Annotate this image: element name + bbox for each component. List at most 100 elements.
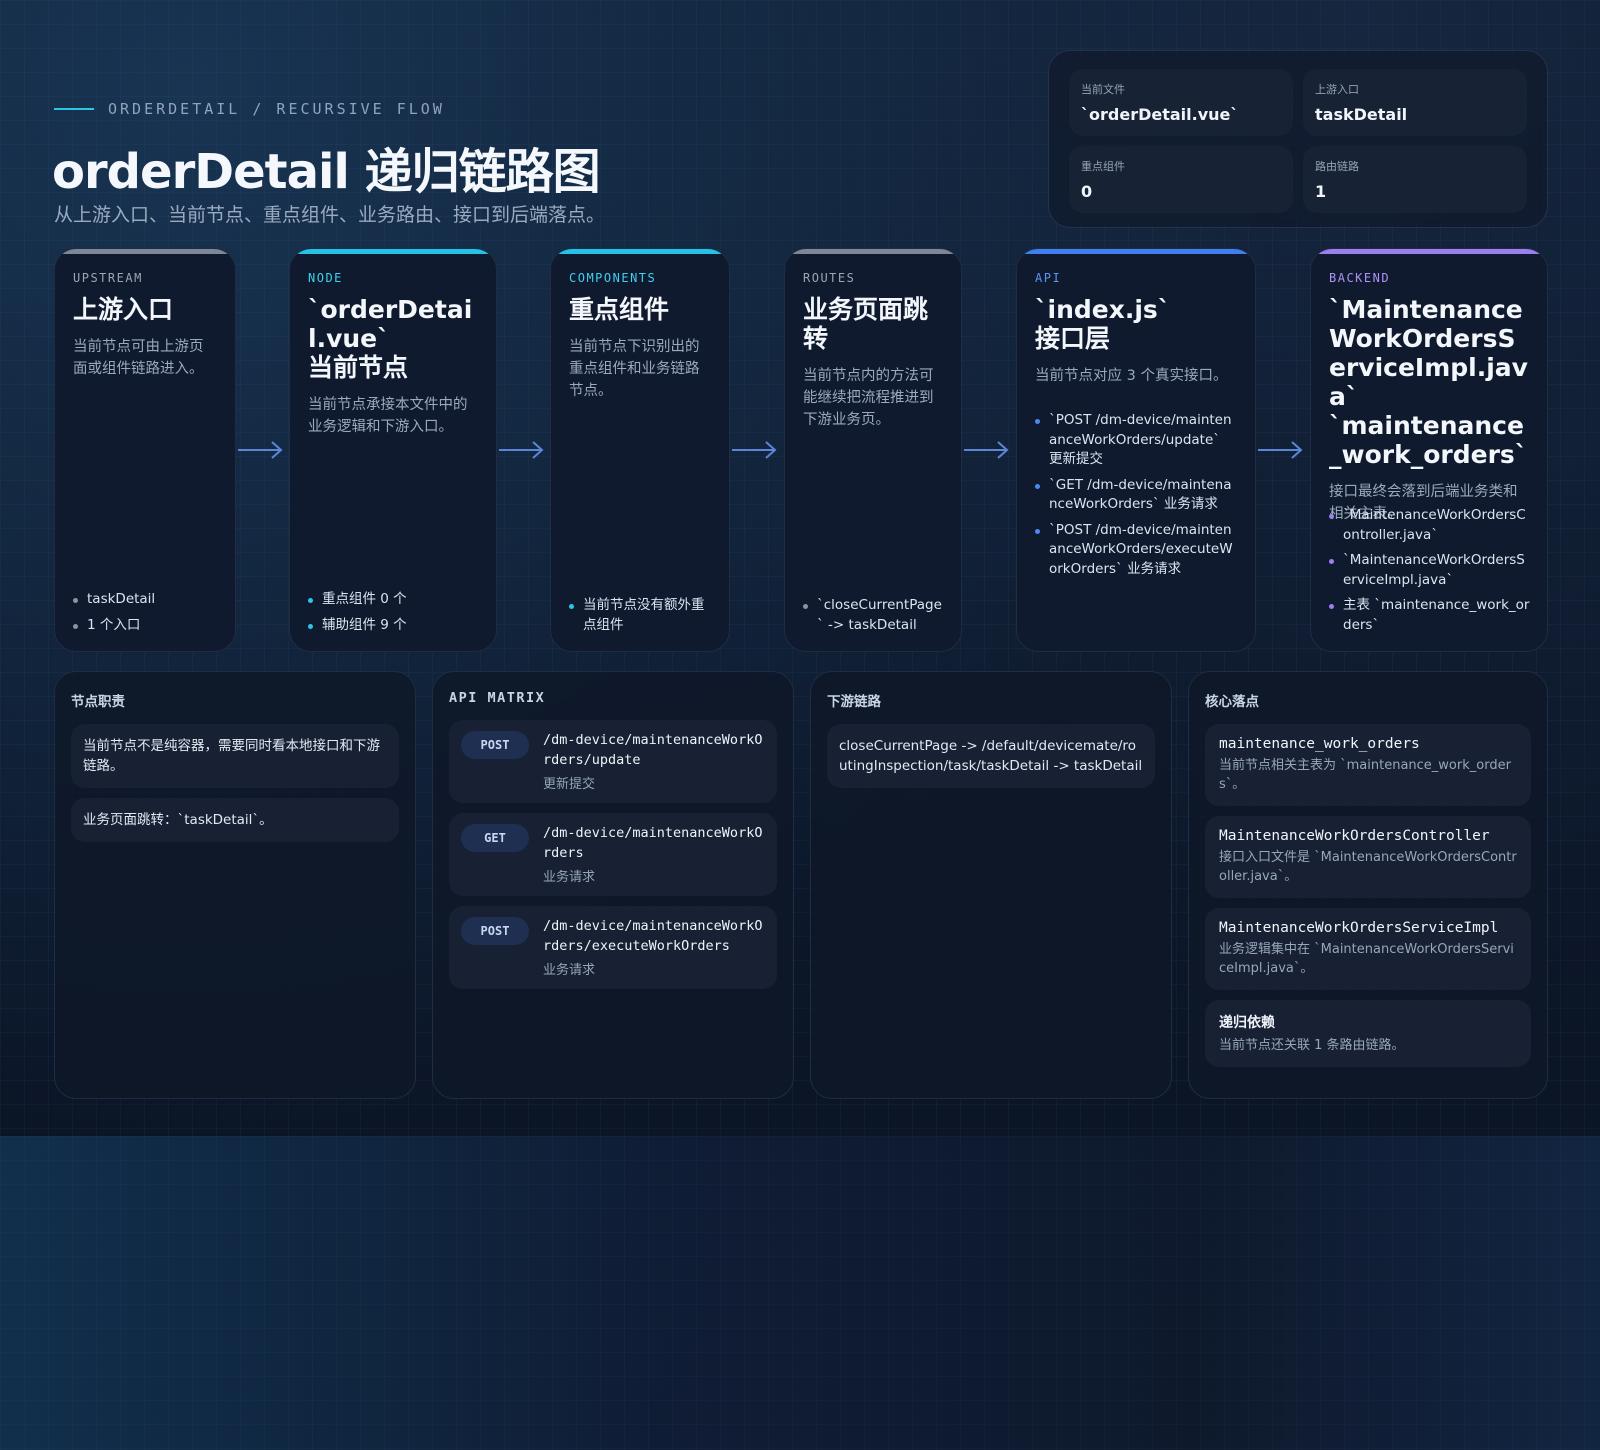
api-row[interactable]: GET /dm-device/maintenanceWorkOrders 业务请… [449,813,777,896]
core-item-desc: 接口入口文件是 `MaintenanceWorkOrdersController… [1219,850,1517,884]
flow-stage: ORDERDETAIL / RECURSIVE FLOW orderDetail… [0,0,1600,1136]
core-item-title: 递归依赖 [1219,1015,1275,1031]
card-tag: NODE [308,271,343,285]
list-item: 当前节点没有额外重点组件 [569,596,715,635]
card-description: 当前节点可由上游页面或组件链路进入。 [73,339,204,377]
card-backend[interactable]: BACKEND `MaintenanceWorkOrdersServiceImp… [1310,248,1548,652]
method-badge: POST [461,731,529,759]
card-items: 重点组件 0 个 辅助组件 9 个 [308,584,482,635]
stat-label: 重点组件 [1081,160,1125,173]
core-item-desc: 当前节点相关主表为 `maintenance_work_orders`。 [1219,758,1511,792]
core-item-title: MaintenanceWorkOrdersServiceImpl [1219,920,1499,936]
list-item: `GET /dm-device/maintenanceWorkOrders` 业… [1035,476,1237,515]
panel-core: 核心落点 maintenance_work_orders 当前节点相关主表为 `… [1188,671,1548,1099]
core-item-title: MaintenanceWorkOrdersController [1219,828,1490,844]
card-tag: BACKEND [1329,271,1391,285]
stat-label: 路由链路 [1315,160,1359,173]
card-node[interactable]: NODE `orderDetail.vue` 当前节点 当前节点承接本文件中的业… [289,248,497,652]
list-item: `POST /dm-device/maintenanceWorkOrders/e… [1035,521,1237,580]
panel-title: 核心落点 [1205,694,1259,710]
stat-label: 上游入口 [1315,83,1359,96]
card-heading: 业务页面跳转 [803,295,943,353]
panel-api-matrix: API MATRIX POST /dm-device/maintenanceWo… [432,671,794,1099]
card-heading-line: `MaintenanceWorkOrdersServiceImpl.java` [1329,295,1528,411]
list-item: `MaintenanceWorkOrdersController.java` [1329,506,1533,545]
stat-key-components: 重点组件 0 [1069,146,1293,213]
core-item: MaintenanceWorkOrdersController 接口入口文件是 … [1205,816,1531,898]
panel-node-duty: 节点职责 当前节点不是纯容器，需要同时看本地接口和下游链路。 业务页面跳转：`t… [54,671,416,1099]
card-description: 当前节点内的方法可能继续把流程推进到下游业务页。 [803,368,934,428]
core-item: MaintenanceWorkOrdersServiceImpl 业务逻辑集中在… [1205,908,1531,990]
card-heading-line: `index.js` [1035,295,1171,324]
eyebrow: ORDERDETAIL / RECURSIVE FLOW [54,100,445,118]
api-body: /dm-device/maintenanceWorkOrders/execute… [543,917,765,978]
panel-title: API MATRIX [449,690,546,706]
card-tag: UPSTREAM [73,271,143,285]
card-heading-line: 重点组件 [569,295,670,324]
core-item: maintenance_work_orders 当前节点相关主表为 `maint… [1205,724,1531,806]
core-item: 递归依赖 当前节点还关联 1 条路由链路。 [1205,1000,1531,1067]
core-item-desc: 当前节点还关联 1 条路由链路。 [1219,1038,1405,1053]
api-body: /dm-device/maintenanceWorkOrders/update … [543,731,765,792]
stat-label: 当前文件 [1081,83,1125,96]
stat-value: 0 [1081,182,1093,201]
card-heading-line: `maintenance_work_orders` [1329,411,1528,469]
card-heading-line: `orderDetail.vue` [308,295,473,353]
eyebrow-text: ORDERDETAIL / RECURSIVE FLOW [108,100,445,118]
card-tag: ROUTES [803,271,856,285]
list-item: `closeCurrentPage` -> taskDetail [803,596,947,635]
card-items: `POST /dm-device/maintenanceWorkOrders/u… [1035,411,1237,579]
panel-title: 节点职责 [71,694,125,710]
card-upstream[interactable]: UPSTREAM 上游入口 当前节点可由上游页面或组件链路进入。 taskDet… [54,248,236,652]
card-heading: `orderDetail.vue` 当前节点 [308,295,478,382]
card-routes[interactable]: ROUTES 业务页面跳转 当前节点内的方法可能继续把流程推进到下游业务页。 `… [784,248,962,652]
card-api[interactable]: API `index.js` 接口层 当前节点对应 3 个真实接口。 `POST… [1016,248,1256,652]
card-description: 当前节点下识别出的重点组件和业务链路节点。 [569,339,700,399]
list-item: 主表 `maintenance_work_orders` [1329,596,1533,635]
eyebrow-line [54,108,94,110]
page-subtitle: 从上游入口、当前节点、重点组件、业务路由、接口到后端落点。 [54,204,606,226]
list-item: 1 个入口 [73,616,221,636]
api-body: /dm-device/maintenanceWorkOrders 业务请求 [543,824,765,885]
api-path: /dm-device/maintenanceWorkOrders [543,825,763,861]
api-path: /dm-device/maintenanceWorkOrders/execute… [543,918,763,954]
card-heading: `MaintenanceWorkOrdersServiceImpl.java` … [1329,295,1529,469]
list-item: taskDetail [73,590,221,610]
arrow-right-icon [964,441,1009,459]
core-item-title: maintenance_work_orders [1219,736,1420,752]
card-description: 当前节点对应 3 个真实接口。 [1035,368,1228,384]
api-row[interactable]: POST /dm-device/maintenanceWorkOrders/ex… [449,906,777,989]
duty-box: 当前节点不是纯容器，需要同时看本地接口和下游链路。 [71,724,399,788]
card-heading-line: 上游入口 [73,295,174,324]
stat-value: `orderDetail.vue` [1081,105,1239,124]
api-note: 业务请求 [543,963,596,978]
arrow-right-icon [732,441,777,459]
card-items: taskDetail 1 个入口 [73,584,221,635]
card-heading-line: 接口层 [1035,324,1111,353]
stats-panel: 当前文件 `orderDetail.vue` 上游入口 taskDetail 重… [1048,50,1548,228]
api-note: 业务请求 [543,870,596,885]
api-row[interactable]: POST /dm-device/maintenanceWorkOrders/up… [449,720,777,803]
list-item: `MaintenanceWorkOrdersServiceImpl.java` [1329,551,1533,590]
card-heading: 上游入口 [73,295,217,324]
card-items: 当前节点没有额外重点组件 [569,590,715,635]
card-heading-line: 当前节点 [308,353,409,382]
duty-box: 业务页面跳转：`taskDetail`。 [71,798,399,842]
api-note: 更新提交 [543,777,596,792]
card-items: `closeCurrentPage` -> taskDetail [803,590,947,635]
arrow-right-icon [238,441,283,459]
panel-title: 下游链路 [827,694,881,710]
api-path: /dm-device/maintenanceWorkOrders/update [543,732,763,768]
card-components[interactable]: COMPONENTS 重点组件 当前节点下识别出的重点组件和业务链路节点。 当前… [550,248,730,652]
list-item: `POST /dm-device/maintenanceWorkOrders/u… [1035,411,1237,470]
card-tag: COMPONENTS [569,271,657,285]
list-item: 重点组件 0 个 [308,590,482,610]
stat-current-file: 当前文件 `orderDetail.vue` [1069,69,1293,136]
stat-value: taskDetail [1315,105,1408,124]
method-badge: GET [461,824,529,852]
page-title: orderDetail 递归链路图 [52,144,601,200]
panel-downstream: 下游链路 closeCurrentPage -> /default/device… [810,671,1172,1099]
arrow-right-icon [499,441,544,459]
bottom-band [0,1136,1600,1450]
stat-value: 1 [1315,182,1327,201]
